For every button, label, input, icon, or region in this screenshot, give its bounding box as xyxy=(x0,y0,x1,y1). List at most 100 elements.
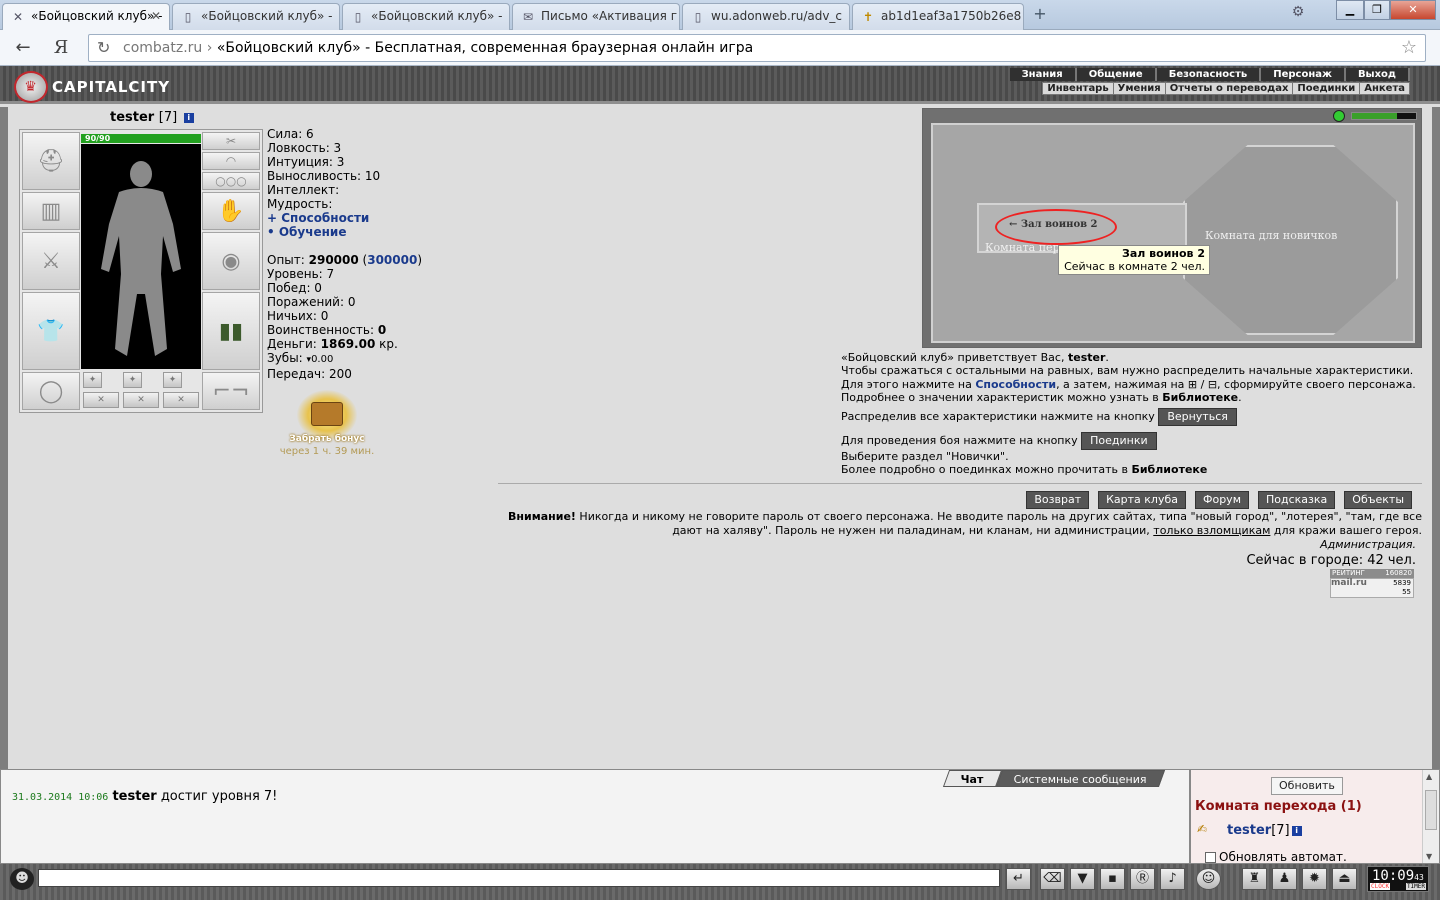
scroll-thumb[interactable] xyxy=(1425,790,1437,830)
menu-communication[interactable]: Общение xyxy=(1076,68,1157,81)
money-bag-icon[interactable]: ♜ xyxy=(1242,868,1267,890)
eraser-icon[interactable]: ⌫ xyxy=(1040,868,1065,890)
belt-slot[interactable]: ◯ xyxy=(22,372,80,410)
submenu-inventory[interactable]: Инвентарь xyxy=(1043,83,1114,94)
menu-security[interactable]: Безопасность xyxy=(1156,68,1262,81)
send-enter-icon[interactable]: ↵ xyxy=(1006,868,1031,890)
abilities-inline-link[interactable]: Способности xyxy=(975,378,1056,391)
return-button[interactable]: Вернуться xyxy=(1158,407,1237,426)
settings-gear-icon[interactable]: ⚙ xyxy=(1288,2,1308,22)
browser-tab-1[interactable]: ✕ «Бойцовский клуб» - ✕ xyxy=(2,3,170,31)
belt-icon: ◯ xyxy=(38,378,64,404)
menu-exit[interactable]: Выход xyxy=(1345,68,1410,81)
ring-slot-2[interactable]: ✦ xyxy=(123,372,142,388)
amulet-slot[interactable]: ◠ xyxy=(202,152,260,170)
welcome-l6: Для проведения боя нажмите на кнопку xyxy=(841,433,1082,447)
back-button[interactable]: Возврат xyxy=(1026,491,1090,509)
refresh-button[interactable]: Обновить xyxy=(1271,777,1343,795)
welcome-line-3: Для этого нажмите на Способности, а зате… xyxy=(841,378,1416,391)
browser-tab-4[interactable]: ✉ Письмо «Активация г xyxy=(512,3,680,30)
earrings-slot[interactable]: ✂ xyxy=(202,132,260,150)
submenu-transfer-reports[interactable]: Отчеты о переводах xyxy=(1166,83,1294,94)
close-window-button[interactable]: ✕ xyxy=(1390,0,1436,20)
auto-refresh-option[interactable]: Обновлять автомат. xyxy=(1205,850,1347,864)
gear-icon[interactable]: ✹ xyxy=(1302,868,1327,890)
browser-tab-2[interactable]: ▯ «Бойцовский клуб» - xyxy=(172,3,340,30)
browser-tab-3[interactable]: ▯ «Бойцовский клуб» - xyxy=(342,3,510,30)
submenu-skills[interactable]: Умения xyxy=(1114,83,1166,94)
library-link-1[interactable]: Библиотеке xyxy=(1162,391,1238,404)
tab-system-messages[interactable]: Системные сообщения xyxy=(995,770,1165,787)
ring-slot-3[interactable]: ✦ xyxy=(163,372,182,388)
hint-button[interactable]: Подсказка xyxy=(1258,491,1336,509)
translit-icon[interactable]: Ⓡ xyxy=(1130,868,1155,890)
submenu-duels[interactable]: Поединки xyxy=(1293,83,1361,94)
duels-button[interactable]: Поединки xyxy=(1081,431,1157,450)
bonus-widget[interactable]: Забрать бонус через 1 ч. 39 мин. xyxy=(272,390,382,457)
scroll-down-icon[interactable]: ▼ xyxy=(1426,852,1432,861)
user-info-icon[interactable]: i xyxy=(1291,826,1302,836)
armor-slot[interactable]: 👕 xyxy=(22,292,80,370)
bracers-slot[interactable]: ▥ xyxy=(22,192,80,230)
save-icon[interactable]: ▪ xyxy=(1100,868,1125,890)
char-level: [7] xyxy=(158,110,178,125)
warriors-hall-label[interactable]: ← Зал воинов 2 xyxy=(1009,219,1098,230)
chat-mode-icon[interactable]: ☻ xyxy=(10,868,34,890)
boots-slot[interactable]: ⌐¬ xyxy=(202,372,260,410)
tab-title: ab1d1eaf3a1750b26e8 xyxy=(881,9,1022,23)
auto-refresh-checkbox[interactable] xyxy=(1205,851,1216,863)
chat-message-user[interactable]: tester xyxy=(112,789,156,804)
shield-slot[interactable]: ◉ xyxy=(202,232,260,290)
reload-icon[interactable]: ↻ xyxy=(97,35,110,61)
sound-icon[interactable]: ♪ xyxy=(1160,868,1185,890)
bookmark-star-icon[interactable]: ☆ xyxy=(1401,35,1417,61)
training-link[interactable]: • Обучение xyxy=(267,225,422,239)
browser-tab-6[interactable]: ✝ ab1d1eaf3a1750b26e8 xyxy=(852,3,1024,30)
treasure-chest-icon[interactable] xyxy=(297,390,357,440)
yandex-icon[interactable]: Я xyxy=(50,38,72,58)
rings-slot[interactable]: ○○○ xyxy=(202,172,260,190)
rune-slot-2[interactable]: ✕ xyxy=(123,392,159,408)
mailru-counter[interactable]: РЕЙТИНГ 160820 mail.ru 5839 55 xyxy=(1330,569,1414,598)
submenu-profile[interactable]: Анкета xyxy=(1360,83,1409,94)
info-icon[interactable]: i xyxy=(183,113,194,123)
minimize-window-button[interactable]: ▁ xyxy=(1336,0,1364,20)
users-icon[interactable]: ♟ xyxy=(1272,868,1297,890)
address-bar[interactable]: ↻ combatz.ru › «Бойцовский клуб» - Беспл… xyxy=(88,34,1426,62)
bonus-timer: через 1 ч. 39 мин. xyxy=(279,446,375,457)
menu-character[interactable]: Персонаж xyxy=(1261,68,1346,81)
close-tab-icon[interactable]: ✕ xyxy=(151,9,161,23)
objects-button[interactable]: Объекты xyxy=(1344,491,1412,509)
ring-slot-1[interactable]: ✦ xyxy=(83,372,102,388)
back-arrow-icon[interactable]: ← xyxy=(12,38,34,58)
room-scrollbar[interactable]: ▲ ▼ xyxy=(1422,770,1439,863)
rune-slot-3[interactable]: ✕ xyxy=(163,392,199,408)
filter-icon[interactable]: ▼ xyxy=(1070,868,1095,890)
room-user[interactable]: tester[7] i xyxy=(1227,823,1302,838)
smiley-icon[interactable]: ☺ xyxy=(1196,868,1221,890)
library-link-2[interactable]: Библиотеке xyxy=(1131,463,1207,476)
new-tab-button[interactable]: + xyxy=(1030,6,1050,24)
tab-chat[interactable]: Чат xyxy=(942,770,1002,787)
chat-input[interactable] xyxy=(38,869,1000,887)
room-user-name[interactable]: tester xyxy=(1227,823,1271,838)
gloves-icon: ✋ xyxy=(217,198,245,224)
menu-knowledge[interactable]: Знания xyxy=(1009,68,1077,81)
maximize-window-button[interactable]: ❐ xyxy=(1364,0,1390,20)
exp-next-link[interactable]: 300000 xyxy=(367,253,417,267)
character-name[interactable]: tester [7] i xyxy=(110,110,194,125)
warning-link[interactable]: только взломщикам xyxy=(1153,524,1270,537)
rune-slot-1[interactable]: ✕ xyxy=(83,392,119,408)
gloves-slot[interactable]: ✋ xyxy=(202,192,260,230)
forum-button[interactable]: Форум xyxy=(1195,491,1249,509)
private-message-icon[interactable]: ✍ xyxy=(1197,822,1207,836)
helmet-slot[interactable]: ⛑ xyxy=(22,132,80,190)
counter-body: mail.ru 5839 55 xyxy=(1330,578,1414,598)
scroll-up-icon[interactable]: ▲ xyxy=(1426,772,1432,781)
browser-tab-5[interactable]: ▯ wu.adonweb.ru/adv_c xyxy=(682,3,850,30)
abilities-link[interactable]: + Способности xyxy=(267,211,422,225)
exit-icon[interactable]: ⏏ xyxy=(1332,868,1357,890)
pants-slot[interactable]: ▮▮ xyxy=(202,292,260,370)
weapon-slot[interactable]: ⚔ xyxy=(22,232,80,290)
club-map-button[interactable]: Карта клуба xyxy=(1098,491,1186,509)
